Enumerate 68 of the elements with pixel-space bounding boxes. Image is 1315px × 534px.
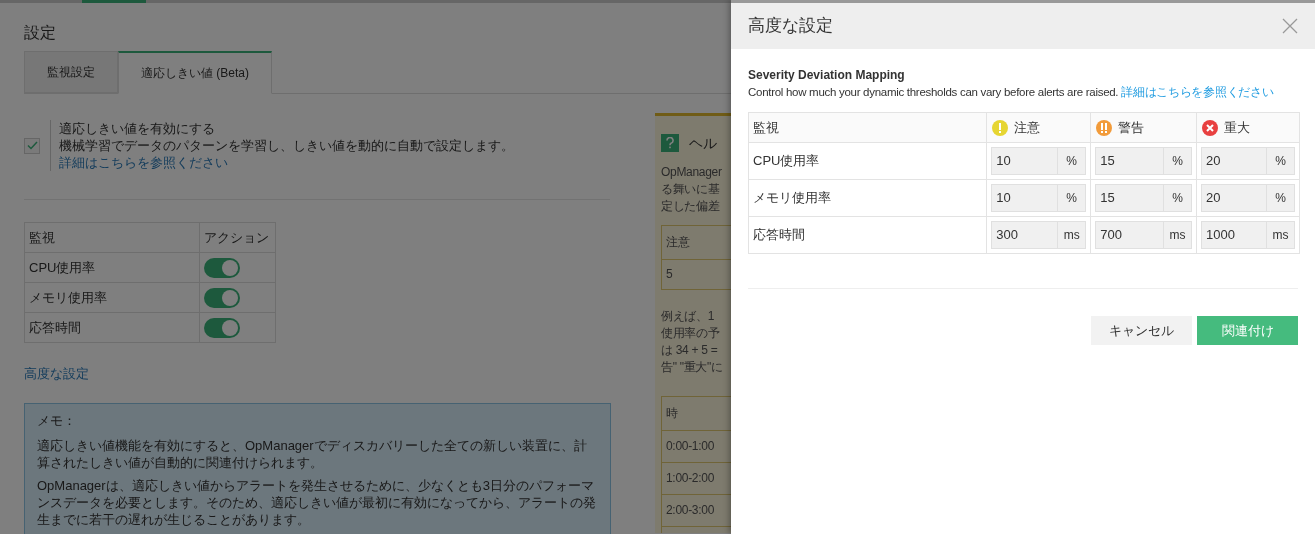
unit-label: % (1163, 148, 1192, 174)
tab[interactable]: 監視設定 (24, 51, 118, 93)
help-text-line: OpManager (661, 164, 722, 181)
field-value: 10 (995, 189, 1012, 208)
close-icon[interactable] (1282, 18, 1298, 34)
help-icon (661, 134, 679, 152)
number-field[interactable]: 15 % (1095, 184, 1193, 212)
column-header: アクション (199, 222, 276, 253)
toggle-switch[interactable] (204, 317, 240, 338)
option-description: 機械学習でデータのパターンを学習し、しきい値を動的に自動で設定します。 詳細はこちらを参照ください (59, 137, 515, 171)
field-value: 15 (1099, 152, 1116, 171)
field-value: 1000 (1205, 226, 1236, 245)
unit-label: ms (1163, 222, 1192, 248)
number-field[interactable]: 300 ms (991, 221, 1087, 249)
field-value: 300 (995, 226, 1020, 245)
table-cell: メモリ使用率 (24, 282, 200, 313)
field-value: 10 (995, 152, 1012, 171)
field-value: 20 (1205, 189, 1222, 208)
tab[interactable]: 適応しきい値 (Beta) (118, 51, 272, 94)
unit-label: % (1057, 185, 1086, 211)
column-header: 監視 (24, 222, 200, 253)
help-text-line: 使用率の予 (661, 325, 720, 342)
unit-label: % (1266, 148, 1294, 174)
panel-title: ヘル (689, 134, 717, 152)
help-text-line: 定した偏差 (661, 198, 720, 215)
table-cell: CPU使用率 (748, 142, 987, 180)
field-value: 20 (1205, 152, 1222, 171)
unit-label: % (1057, 148, 1086, 174)
option-label: 適応しきい値を有効にする (59, 120, 216, 137)
column-header: 監視 (753, 118, 779, 137)
help-text-line: 例えば、1 (661, 308, 715, 325)
section-heading: Severity Deviation Mapping (748, 67, 906, 84)
cancel-button[interactable]: キャンセル (1091, 316, 1192, 345)
help-text-line: 告" "重大"に (661, 359, 723, 376)
table-cell: メモリ使用率 (748, 179, 987, 217)
section-description: Control how much your dynamic thresholds can vary before alerts are raised. 詳細はこちらを参照ください (748, 85, 1275, 100)
note-text: OpManagerは、適応しきい値からアラートを発生させるために、少なくとも3日分のパフォーマンスデータを必要とします。そのため、適応しきい値が最初に有効になってから、アラートの発生までに若干の遅れが生じることがあります。 (37, 477, 597, 528)
help-text-line: る舞いに基 (661, 181, 720, 198)
table-cell: 応答時間 (24, 312, 200, 343)
number-field[interactable]: 20 % (1201, 184, 1295, 212)
page-title: 設定 (24, 23, 56, 43)
help-text-line: は 34 + 5 = (661, 342, 718, 359)
unit-label: % (1163, 185, 1192, 211)
dialog-title: 高度な設定 (748, 15, 833, 38)
table-cell: CPU使用率 (24, 252, 200, 283)
warning-icon (1095, 118, 1114, 137)
unit-label: % (1266, 185, 1294, 211)
number-field[interactable]: 10 % (991, 184, 1087, 212)
number-field[interactable]: 10 % (991, 147, 1087, 175)
toggle-switch[interactable] (204, 257, 240, 278)
column-header: 重大 (1224, 118, 1251, 137)
unit-label: ms (1057, 222, 1086, 248)
number-field[interactable]: 700 ms (1095, 221, 1193, 249)
table-cell: 応答時間 (748, 216, 987, 254)
unit-label: ms (1266, 222, 1294, 248)
toggle-switch[interactable] (204, 287, 240, 308)
number-field[interactable]: 1000 ms (1201, 221, 1295, 249)
attention-icon (991, 118, 1010, 137)
note-text: 適応しきい値機能を有効にすると、OpManagerでディスカバリーした全ての新しい装置に、計算されたしきい値が自動的に関連付けられます。 (37, 437, 588, 471)
column-header: 注意 (1014, 118, 1041, 137)
checkbox[interactable] (24, 137, 40, 154)
note-title: メモ： (37, 412, 77, 429)
field-value: 15 (1099, 189, 1116, 208)
column-header: 警告 (1118, 118, 1145, 137)
number-field[interactable]: 20 % (1201, 147, 1295, 175)
number-field[interactable]: 15 % (1095, 147, 1193, 175)
field-value: 700 (1099, 226, 1123, 245)
critical-icon (1201, 118, 1220, 137)
